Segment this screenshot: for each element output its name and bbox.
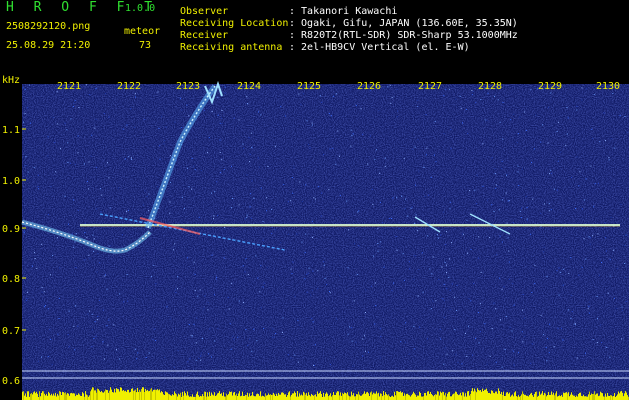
y-tick-label: 0.8 — [2, 274, 20, 285]
x-tick-label: 2127 — [418, 81, 442, 92]
header-panel: H R O F F T 1.0.0 2508292120.png 25.08.2… — [0, 0, 629, 72]
x-tick-label: 2121 — [57, 81, 81, 92]
spectrogram: kHz 1.1 1.0 0.9 0.8 0.7 0.6 2121 2122 21… — [0, 72, 629, 400]
meteor-label: meteor — [124, 26, 161, 37]
y-tick-label: 1.1 — [2, 125, 20, 136]
noise-texture — [22, 84, 629, 400]
observer-label: Observer — [180, 6, 229, 17]
meteor-count: 73 — [139, 40, 152, 51]
antenna-value: : 2el-HB9CV Vertical (el. E-W) — [289, 42, 470, 53]
y-tick-label: 1.0 — [2, 176, 20, 187]
antenna-label: Receiving antenna — [180, 42, 283, 53]
location-label: Receiving Location — [180, 18, 289, 29]
y-tick-label: 0.7 — [2, 326, 20, 337]
x-tick-label: 2126 — [357, 81, 381, 92]
x-tick-label: 2129 — [538, 81, 562, 92]
image-filename: 2508292120.png — [6, 21, 91, 32]
x-tick-label: 2123 — [176, 81, 200, 92]
x-tick-label: 2128 — [478, 81, 502, 92]
x-tick-label: 2124 — [237, 81, 261, 92]
x-tick-label: 2122 — [117, 81, 141, 92]
x-tick-label: 2130 — [596, 81, 620, 92]
location-value: : Ogaki, Gifu, JAPAN (136.60E, 35.35N) — [289, 18, 518, 29]
y-tick-label: 0.6 — [2, 376, 20, 387]
x-tick-label: 2125 — [297, 81, 321, 92]
receiver-value: : R820T2(RTL-SDR) SDR-Sharp 53.1000MHz — [289, 30, 518, 41]
image-datetime: 25.08.29 21:20 — [6, 40, 91, 51]
receiver-label: Receiver — [180, 30, 229, 41]
y-tick-label: 0.9 — [2, 224, 20, 235]
y-axis-unit: kHz — [2, 75, 20, 86]
app-version: 1.0.0 — [125, 3, 156, 14]
observer-value: : Takanori Kawachi — [289, 6, 398, 17]
